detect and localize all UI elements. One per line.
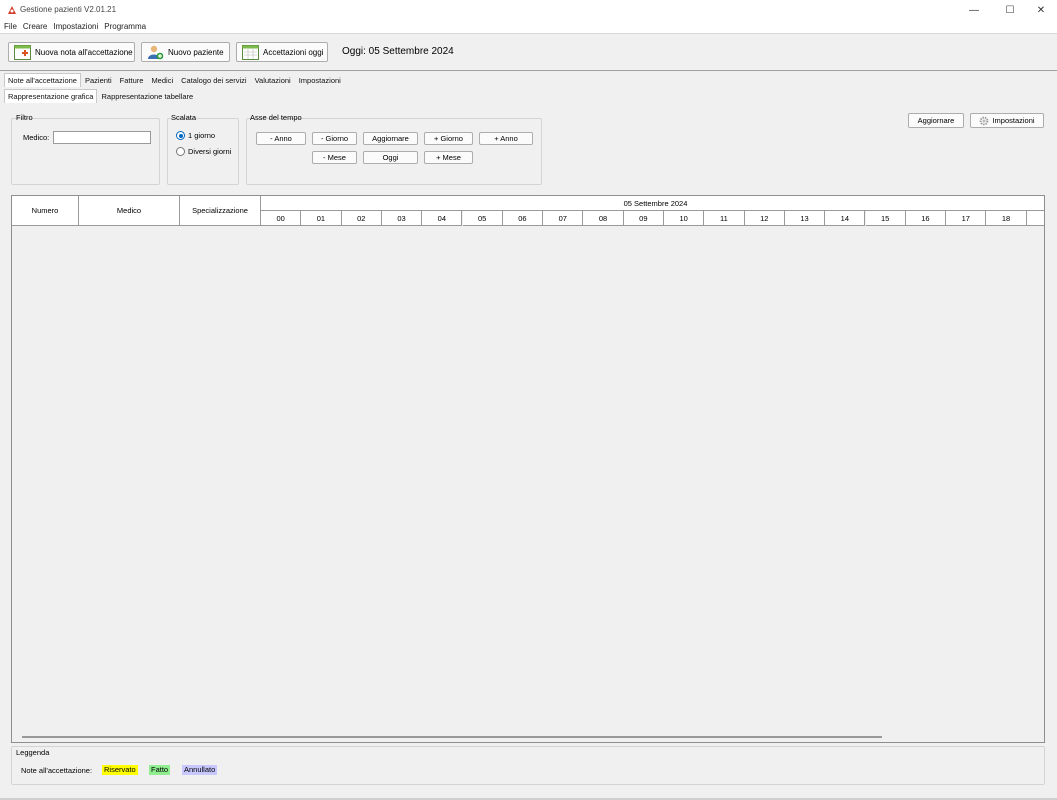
menu-bar: File Creare Impostazioni Programma <box>0 21 1057 33</box>
window-title: Gestione pazienti V2.01.21 <box>20 5 117 14</box>
hour-header-cell: 05 <box>462 211 503 226</box>
hour-header-cell: 15 <box>865 211 906 226</box>
legend-done: Fatto <box>149 765 171 775</box>
admissions-today-label: Accettazioni oggi <box>263 47 324 57</box>
scale-title: Scalata <box>171 113 197 122</box>
column-header-doctor[interactable]: Medico <box>79 196 180 226</box>
menu-create[interactable]: Creare <box>23 21 47 33</box>
new-note-label: Nuova nota all'accettazione <box>35 47 133 57</box>
calendar-icon <box>242 44 259 60</box>
plus-day-button[interactable]: + Giorno <box>424 132 473 145</box>
hour-header-cell: 14 <box>825 211 866 226</box>
doctor-filter-input[interactable] <box>53 131 151 144</box>
new-note-button[interactable]: Nuova nota all'accettazione <box>8 42 135 62</box>
menu-program[interactable]: Programma <box>104 21 146 33</box>
one-day-label: 1 giorno <box>188 131 216 140</box>
hour-header-cell: 10 <box>664 211 705 226</box>
app-icon <box>8 6 16 14</box>
hour-header-cell: 18 <box>986 211 1027 226</box>
hour-header-cell: 16 <box>905 211 947 226</box>
minus-month-button[interactable]: - Mese <box>312 151 357 164</box>
column-header-number[interactable]: Numero <box>12 196 79 226</box>
hour-header-cell: 00 <box>261 211 302 226</box>
minus-day-button[interactable]: - Giorno <box>312 132 357 145</box>
title-bar: Gestione pazienti V2.01.21 — ☐ ✕ <box>0 0 1057 21</box>
tab-ratings[interactable]: Valutazioni <box>251 73 295 87</box>
hour-header-cell: 04 <box>422 211 463 226</box>
new-patient-button[interactable]: Nuovo paziente <box>141 42 230 62</box>
axis-refresh-button[interactable]: Aggiornare <box>363 132 418 145</box>
plus-year-button[interactable]: + Anno <box>479 132 533 145</box>
column-header-specialization[interactable]: Specializzazione <box>180 196 261 226</box>
maximize-button[interactable]: ☐ <box>996 0 1024 21</box>
new-note-icon <box>14 44 31 60</box>
legend-title: Leggenda <box>16 748 50 757</box>
gear-icon <box>980 116 989 125</box>
filter-panel <box>11 118 160 185</box>
menu-settings[interactable]: Impostazioni <box>53 21 98 33</box>
minus-year-button[interactable]: - Anno <box>256 132 306 145</box>
doctor-label: Medico: <box>23 133 50 142</box>
tab-invoices[interactable]: Fatture <box>116 73 148 87</box>
hour-header-cell: 09 <box>623 211 664 226</box>
settings-button[interactable]: Impostazioni <box>970 113 1044 128</box>
refresh-button[interactable]: Aggiornare <box>908 113 964 128</box>
new-patient-icon <box>148 45 164 59</box>
tab-doctors[interactable]: Medici <box>147 73 177 87</box>
tab-settings[interactable]: Impostazioni <box>295 73 345 87</box>
toolbar-divider <box>0 33 1057 34</box>
legend-reserved: Riservato <box>102 765 138 775</box>
schedule-grid: Numero Medico Specializzazione 05 Settem… <box>11 195 1045 743</box>
hour-header-cell: 17 <box>946 211 987 226</box>
main-tabs: Note all'accettazione Pazienti Fatture M… <box>4 73 345 87</box>
menu-file[interactable]: File <box>4 21 17 33</box>
hour-header-cell: 02 <box>341 211 382 226</box>
legend-cancelled: Annullato <box>182 765 218 775</box>
today-date-label: Oggi: 05 Settembre 2024 <box>342 46 454 57</box>
view-tabs: Rappresentazione grafica Rappresentazion… <box>4 89 197 103</box>
plus-month-button[interactable]: + Mese <box>424 151 473 164</box>
hour-header-cell: 01 <box>301 211 342 226</box>
legend-label: Note all'accettazione: <box>21 766 93 775</box>
today-button[interactable]: Oggi <box>363 151 418 164</box>
hour-header-cell: 06 <box>502 211 544 226</box>
multi-day-radio[interactable] <box>176 147 185 156</box>
hour-header-cell: 13 <box>784 211 826 226</box>
filter-title: Filtro <box>16 113 33 122</box>
close-button[interactable]: ✕ <box>1027 0 1055 21</box>
new-patient-label: Nuovo paziente <box>168 47 224 57</box>
toolbar-separator <box>0 70 1057 71</box>
date-header: 05 Settembre 2024 <box>261 196 1044 211</box>
hour-header-cell: 03 <box>381 211 423 226</box>
tab-graphic-view[interactable]: Rappresentazione grafica <box>4 89 98 103</box>
hour-header-cell: 08 <box>583 211 624 226</box>
tab-service-catalog[interactable]: Catalogo dei servizi <box>177 73 250 87</box>
hour-header-cell: 1 <box>1026 211 1044 226</box>
horizontal-scrollbar[interactable] <box>22 736 882 738</box>
tab-patients[interactable]: Pazienti <box>81 73 116 87</box>
time-axis-title: Asse del tempo <box>250 113 302 122</box>
multi-day-label: Diversi giorni <box>188 147 232 156</box>
hour-header-cell: 07 <box>543 211 584 226</box>
tab-admission-notes[interactable]: Note all'accettazione <box>4 73 81 87</box>
admissions-today-button[interactable]: Accettazioni oggi <box>236 42 328 62</box>
one-day-radio[interactable] <box>176 131 185 140</box>
tab-table-view[interactable]: Rappresentazione tabellare <box>97 89 197 103</box>
minimize-button[interactable]: — <box>960 0 988 21</box>
settings-button-label: Impostazioni <box>992 116 1035 125</box>
hour-header-cell: 12 <box>744 211 785 226</box>
hour-header-cell: 11 <box>704 211 745 226</box>
